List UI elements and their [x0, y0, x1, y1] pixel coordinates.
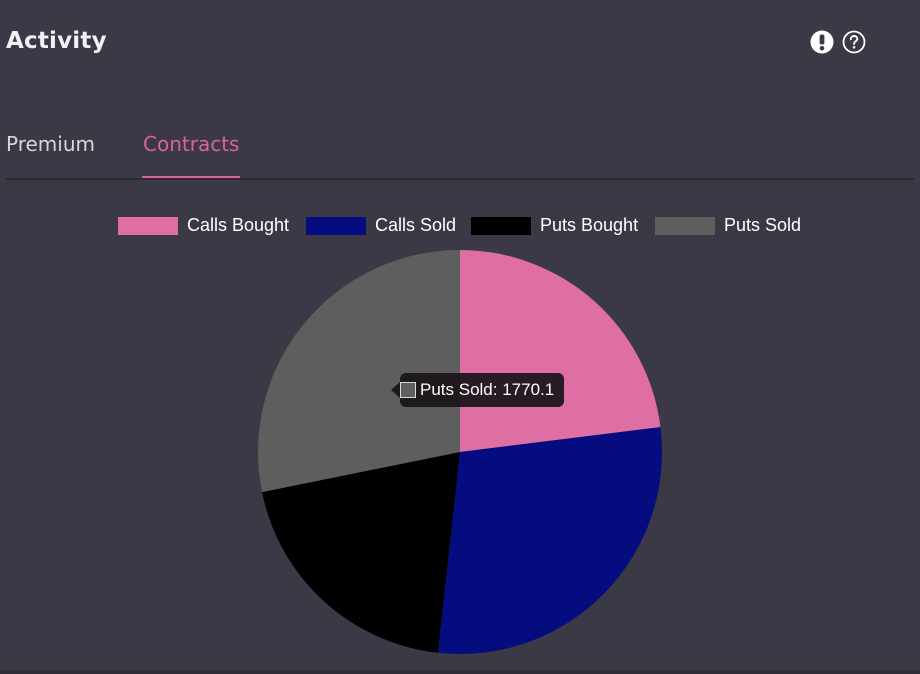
legend-swatch	[118, 217, 178, 235]
panel-title: Activity	[6, 28, 107, 54]
active-tab-indicator	[142, 176, 241, 178]
legend-label: Calls Sold	[375, 215, 457, 235]
tooltip-text: Puts Sold: 1770.1	[420, 380, 555, 399]
legend-label: Puts Sold	[724, 215, 802, 235]
legend-swatch	[306, 217, 366, 235]
pie-slice-puts-sold[interactable]	[257, 250, 460, 493]
panel-header: Activity	[0, 0, 920, 90]
tab-premium[interactable]: Premium	[6, 132, 95, 176]
pie-slice-calls-bought[interactable]	[460, 250, 661, 452]
tab-bar: Premium Contracts	[6, 126, 914, 180]
legend-label: Calls Bought	[187, 215, 290, 235]
alert-icon[interactable]	[810, 30, 834, 54]
tab-contracts-label: Contracts	[143, 132, 240, 156]
help-icon[interactable]	[842, 30, 866, 54]
tab-contracts[interactable]: Contracts	[142, 132, 241, 178]
chart-tooltip: Puts Sold: 1770.1	[390, 373, 565, 407]
tooltip-swatch	[400, 382, 416, 398]
legend-swatch	[471, 217, 531, 235]
legend-swatch	[655, 217, 715, 235]
header-icons	[810, 30, 866, 54]
pie-slice-calls-sold[interactable]	[437, 427, 663, 654]
legend-label: Puts Bought	[540, 215, 639, 235]
pie-chart	[257, 250, 663, 654]
panel-bottom-border	[0, 670, 920, 674]
